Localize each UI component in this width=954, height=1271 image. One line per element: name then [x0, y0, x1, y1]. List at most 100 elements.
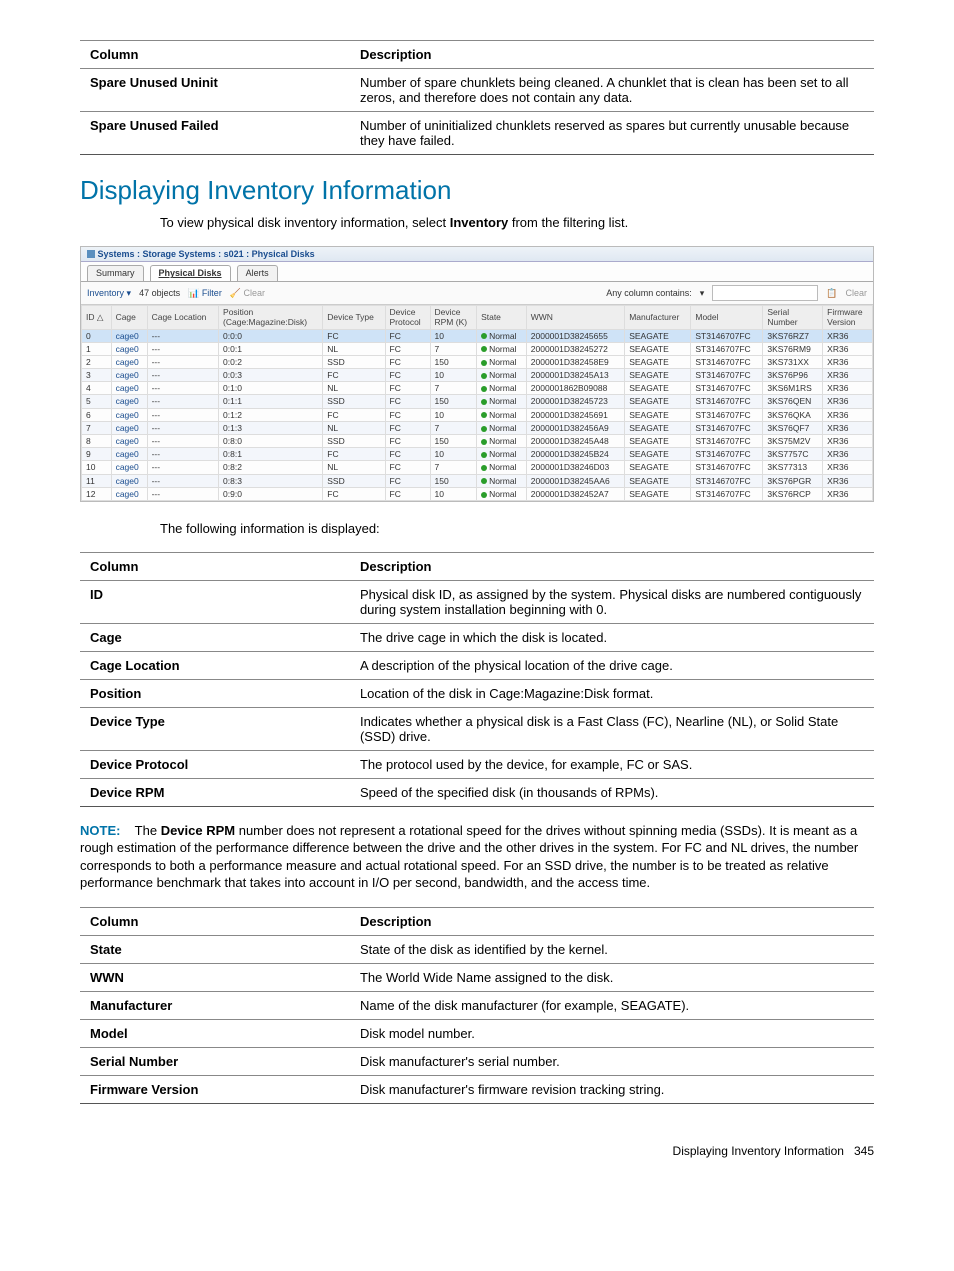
columns-table-2: Column Description StateState of the dis…: [80, 907, 874, 1104]
column-name: Spare Unused Uninit: [80, 69, 350, 112]
column-name: Manufacturer: [80, 991, 350, 1019]
column-name: Spare Unused Failed: [80, 112, 350, 155]
status-dot-icon: [481, 346, 487, 352]
status-dot-icon: [481, 412, 487, 418]
app-titlebar: Systems : Storage Systems : s021 : Physi…: [81, 247, 873, 263]
column-name: State: [80, 935, 350, 963]
status-dot-icon: [481, 465, 487, 471]
column-desc: Disk manufacturer's firmware revision tr…: [350, 1075, 874, 1103]
column-name: WWN: [80, 963, 350, 991]
grid-row[interactable]: 10cage0---0:8:2NLFC7Normal2000001D38246D…: [82, 461, 873, 474]
inventory-grid: ID △CageCage LocationPosition(Cage:Magaz…: [81, 305, 873, 501]
col-header: Column: [80, 41, 350, 69]
column-name: Serial Number: [80, 1047, 350, 1075]
col-header: Description: [350, 907, 874, 935]
spare-table: Column Description Spare Unused UninitNu…: [80, 40, 874, 155]
export-icon[interactable]: 📋: [826, 288, 837, 299]
table-row: Spare Unused FailedNumber of uninitializ…: [80, 112, 874, 155]
grid-header[interactable]: Position(Cage:Magazine:Disk): [219, 306, 323, 329]
table-row: Device TypeIndicates whether a physical …: [80, 707, 874, 750]
columns-table-1: Column Description IDPhysical disk ID, a…: [80, 552, 874, 807]
grid-row[interactable]: 2cage0---0:0:2SSDFC150Normal2000001D3824…: [82, 355, 873, 368]
note-block: NOTE: The Device RPM number does not rep…: [80, 822, 874, 892]
col-header: Column: [80, 907, 350, 935]
table-row: Spare Unused UninitNumber of spare chunk…: [80, 69, 874, 112]
column-desc: Name of the disk manufacturer (for examp…: [350, 991, 874, 1019]
grid-header[interactable]: WWN: [526, 306, 624, 329]
col-header: Description: [350, 41, 874, 69]
grid-header[interactable]: State: [477, 306, 527, 329]
intro-text: To view physical disk inventory informat…: [160, 214, 874, 232]
note-label: NOTE:: [80, 823, 120, 838]
table-row: Device RPMSpeed of the specified disk (i…: [80, 778, 874, 806]
tab-physical-disks[interactable]: Physical Disks: [150, 265, 231, 281]
grid-header[interactable]: Manufacturer: [625, 306, 691, 329]
tab-summary[interactable]: Summary: [87, 265, 144, 281]
column-desc: Location of the disk in Cage:Magazine:Di…: [350, 679, 874, 707]
column-desc: Number of spare chunklets being cleaned.…: [350, 69, 874, 112]
status-dot-icon: [481, 492, 487, 498]
col-header: Description: [350, 552, 874, 580]
grid-header[interactable]: Model: [691, 306, 763, 329]
clear-button[interactable]: Clear: [845, 288, 867, 299]
grid-row[interactable]: 12cage0---0:9:0FCFC10Normal2000001D38245…: [82, 487, 873, 500]
grid-header[interactable]: DeviceProtocol: [385, 306, 430, 329]
grid-header[interactable]: SerialNumber: [763, 306, 823, 329]
table-row: WWNThe World Wide Name assigned to the d…: [80, 963, 874, 991]
grid-row[interactable]: 8cage0---0:8:0SSDFC150Normal2000001D3824…: [82, 435, 873, 448]
grid-row[interactable]: 1cage0---0:0:1NLFC7Normal2000001D3824527…: [82, 342, 873, 355]
status-dot-icon: [481, 399, 487, 405]
object-count: 47 objects: [139, 288, 180, 299]
column-desc: Speed of the specified disk (in thousand…: [350, 778, 874, 806]
view-dropdown[interactable]: Inventory ▾: [87, 288, 131, 299]
any-column-label: Any column contains:: [606, 288, 692, 299]
column-name: Position: [80, 679, 350, 707]
grid-row[interactable]: 7cage0---0:1:3NLFC7Normal2000001D382456A…: [82, 421, 873, 434]
table-row: Cage LocationA description of the physic…: [80, 651, 874, 679]
column-desc: Number of uninitialized chunklets reserv…: [350, 112, 874, 155]
app-screenshot: Systems : Storage Systems : s021 : Physi…: [80, 246, 874, 502]
column-desc: The World Wide Name assigned to the disk…: [350, 963, 874, 991]
grid-header[interactable]: FirmwareVersion: [823, 306, 873, 329]
grid-header[interactable]: DeviceRPM (K): [430, 306, 477, 329]
column-name: Cage: [80, 623, 350, 651]
app-toolbar: Inventory ▾ 47 objects 📊 Filter 🧹 Clear …: [81, 282, 873, 305]
column-desc: Indicates whether a physical disk is a F…: [350, 707, 874, 750]
grid-row[interactable]: 9cage0---0:8:1FCFC10Normal2000001D38245B…: [82, 448, 873, 461]
grid-row[interactable]: 6cage0---0:1:2FCFC10Normal2000001D382456…: [82, 408, 873, 421]
app-tabs: Summary Physical Disks Alerts: [81, 262, 873, 282]
tab-alerts[interactable]: Alerts: [237, 265, 278, 281]
clear-link[interactable]: 🧹 Clear: [230, 288, 265, 299]
column-desc: The drive cage in which the disk is loca…: [350, 623, 874, 651]
column-name: Device Protocol: [80, 750, 350, 778]
column-desc: Physical disk ID, as assigned by the sys…: [350, 580, 874, 623]
grid-header[interactable]: ID △: [82, 306, 112, 329]
column-desc: Disk manufacturer's serial number.: [350, 1047, 874, 1075]
grid-row[interactable]: 4cage0---0:1:0NLFC7Normal2000001862B0908…: [82, 382, 873, 395]
table-row: ModelDisk model number.: [80, 1019, 874, 1047]
status-dot-icon: [481, 439, 487, 445]
filter-link[interactable]: 📊 Filter: [188, 288, 222, 299]
grid-header[interactable]: Cage Location: [147, 306, 218, 329]
column-desc: State of the disk as identified by the k…: [350, 935, 874, 963]
status-dot-icon: [481, 478, 487, 484]
status-dot-icon: [481, 333, 487, 339]
page-footer: Displaying Inventory Information 345: [80, 1144, 874, 1158]
table-row: PositionLocation of the disk in Cage:Mag…: [80, 679, 874, 707]
column-desc: A description of the physical location o…: [350, 651, 874, 679]
col-header: Column: [80, 552, 350, 580]
column-desc: Disk model number.: [350, 1019, 874, 1047]
grid-row[interactable]: 5cage0---0:1:1SSDFC150Normal2000001D3824…: [82, 395, 873, 408]
grid-row[interactable]: 3cage0---0:0:3FCFC10Normal2000001D38245A…: [82, 369, 873, 382]
grid-row[interactable]: 0cage0---0:0:0FCFC10Normal2000001D382456…: [82, 329, 873, 342]
table-row: StateState of the disk as identified by …: [80, 935, 874, 963]
grid-row[interactable]: 11cage0---0:8:3SSDFC150Normal2000001D382…: [82, 474, 873, 487]
table-row: Serial NumberDisk manufacturer's serial …: [80, 1047, 874, 1075]
app-icon: [87, 250, 95, 258]
grid-header[interactable]: Cage: [111, 306, 147, 329]
filter-input[interactable]: [712, 285, 818, 301]
table-row: IDPhysical disk ID, as assigned by the s…: [80, 580, 874, 623]
column-filter-dropdown[interactable]: ▾: [700, 288, 705, 299]
grid-header[interactable]: Device Type: [323, 306, 385, 329]
post-shot-text: The following information is displayed:: [160, 520, 874, 538]
